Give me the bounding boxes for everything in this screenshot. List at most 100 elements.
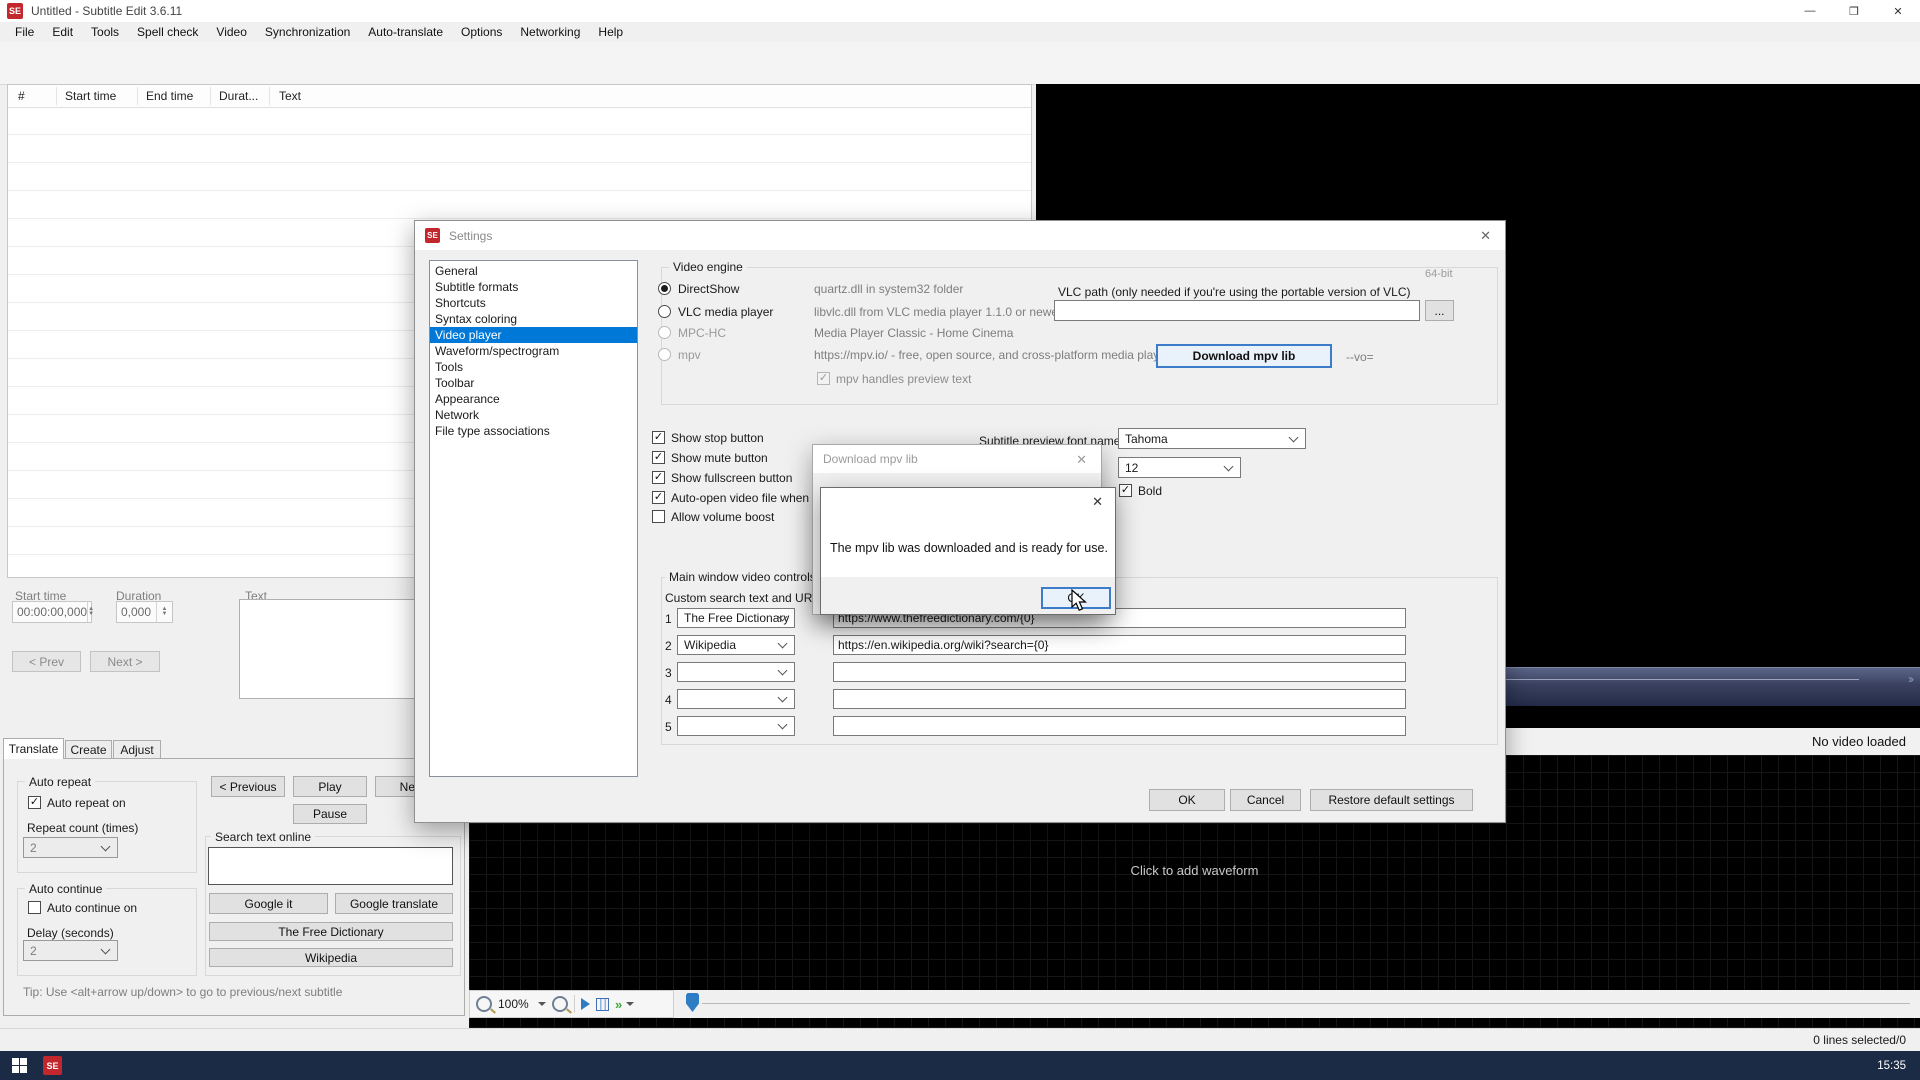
menu-spell-check[interactable]: Spell check (128, 22, 207, 42)
waveform-toolbar: 100% » (469, 990, 674, 1018)
delay-combobox[interactable]: 2 (23, 940, 118, 961)
download-mpv-button[interactable]: Download mpv lib (1156, 344, 1332, 368)
waveform-position-slider[interactable] (674, 990, 1920, 1018)
menu-synchronization[interactable]: Synchronization (256, 22, 359, 42)
search-row-4-engine[interactable] (677, 689, 795, 709)
category-shortcuts[interactable]: Shortcuts (430, 295, 637, 311)
search-row-3-engine[interactable] (677, 662, 795, 682)
settings-cancel-button[interactable]: Cancel (1230, 789, 1301, 811)
show-mute-checkbox[interactable]: Show mute button (652, 451, 768, 465)
column-start-time[interactable]: Start time (65, 89, 116, 103)
menu-help[interactable]: Help (589, 22, 632, 42)
search-row-2-engine[interactable]: Wikipedia (677, 635, 795, 655)
duration-spinner[interactable]: 0,000 ▲▼ (116, 601, 173, 623)
google-translate-button[interactable]: Google translate (335, 893, 453, 914)
mpc-hc-radio[interactable] (658, 326, 671, 339)
category-syntax-coloring[interactable]: Syntax coloring (430, 311, 637, 327)
tab-translate[interactable]: Translate (3, 738, 64, 759)
mpv-preview-checkbox[interactable]: mpv handles preview text (817, 372, 971, 386)
search-row-3-url[interactable] (833, 662, 1406, 682)
settings-close-icon[interactable]: ✕ (1480, 228, 1491, 244)
waveform-zoom-level[interactable]: 100% (498, 997, 532, 1011)
previous-button[interactable]: < Previous (211, 776, 285, 797)
zoom-in-icon[interactable] (552, 996, 568, 1012)
category-tools[interactable]: Tools (430, 359, 637, 375)
fast-forward-icon[interactable]: ›› (1908, 672, 1912, 686)
zoom-dropdown-icon[interactable] (538, 1002, 546, 1010)
vlc-path-browse-button[interactable]: ... (1425, 300, 1454, 321)
menu-edit[interactable]: Edit (43, 22, 82, 42)
category-general[interactable]: General (430, 263, 637, 279)
message-box-close-icon[interactable]: ✕ (1092, 494, 1103, 510)
menu-options[interactable]: Options (452, 22, 511, 42)
search-row-5-engine[interactable] (677, 716, 795, 736)
vlc-path-input[interactable] (1054, 300, 1420, 321)
menu-tools[interactable]: Tools (82, 22, 128, 42)
vlc-radio[interactable] (658, 305, 671, 318)
settings-ok-button[interactable]: OK (1149, 789, 1225, 811)
download-dialog-title: Download mpv lib (823, 452, 918, 466)
restore-defaults-button[interactable]: Restore default settings (1310, 789, 1473, 811)
menu-networking[interactable]: Networking (511, 22, 589, 42)
search-text-input[interactable] (208, 847, 453, 885)
category-waveform-spectrogram[interactable]: Waveform/spectrogram (430, 343, 637, 359)
auto-open-video-checkbox[interactable]: Auto-open video file when op (652, 491, 826, 505)
category-subtitle-formats[interactable]: Subtitle formats (430, 279, 637, 295)
category-video-player[interactable]: Video player (430, 327, 637, 343)
maximize-icon[interactable]: ❐ (1832, 0, 1876, 22)
category-appearance[interactable]: Appearance (430, 391, 637, 407)
wikipedia-button[interactable]: Wikipedia (209, 948, 453, 967)
directshow-radio[interactable] (658, 282, 671, 295)
column-text[interactable]: Text (279, 89, 301, 103)
menu-auto-translate[interactable]: Auto-translate (359, 22, 452, 42)
slider-thumb[interactable] (686, 993, 699, 1012)
main-toolbar: ? </> Format SubRip (.srt) Encoding UTF-… (0, 42, 1920, 85)
google-it-button[interactable]: Google it (209, 893, 328, 914)
category-toolbar[interactable]: Toolbar (430, 375, 637, 391)
waveform-play-icon[interactable] (581, 998, 590, 1010)
start-time-spinner[interactable]: 00:00:00,000 ▲▼ (12, 601, 92, 623)
next-subtitle-button[interactable]: Next > (90, 651, 160, 672)
column-duration[interactable]: Durat... (219, 89, 258, 103)
menu-video[interactable]: Video (207, 22, 255, 42)
volume-boost-checkbox[interactable]: Allow volume boost (652, 510, 774, 524)
pause-button[interactable]: Pause (293, 804, 367, 824)
column-number[interactable]: # (18, 89, 25, 103)
font-size-combobox[interactable]: 12 (1118, 457, 1241, 478)
mpv-radio[interactable] (658, 348, 671, 361)
settings-category-list[interactable]: General Subtitle formats Shortcuts Synta… (429, 260, 638, 777)
show-stop-checkbox[interactable]: Show stop button (652, 431, 764, 445)
column-end-time[interactable]: End time (146, 89, 193, 103)
app-icon: SE (7, 3, 23, 19)
taskbar: SE 15:35 (0, 1051, 1920, 1080)
search-row-2-url[interactable]: https://en.wikipedia.org/wiki?search={0} (833, 635, 1406, 655)
tab-create[interactable]: Create (65, 740, 112, 759)
taskbar-subtitle-edit-icon[interactable]: SE (43, 1056, 62, 1075)
preview-font-combobox[interactable]: Tahoma (1118, 428, 1306, 449)
auto-continue-checkbox[interactable]: Auto continue on (28, 901, 137, 915)
zoom-out-icon[interactable] (476, 996, 492, 1012)
bold-checkbox[interactable]: Bold (1119, 484, 1162, 498)
category-file-type-associations[interactable]: File type associations (430, 423, 637, 439)
play-button[interactable]: Play (293, 776, 367, 797)
vertical-zoom-icon[interactable] (596, 998, 609, 1011)
settings-dialog-title: Settings (449, 229, 492, 243)
windows-start-icon[interactable] (12, 1058, 27, 1073)
tab-adjust[interactable]: Adjust (113, 740, 161, 759)
playback-speed-icon[interactable]: » (615, 997, 620, 1012)
show-fullscreen-checkbox[interactable]: Show fullscreen button (652, 471, 792, 485)
close-icon[interactable]: ✕ (1876, 0, 1920, 22)
search-row-1-engine[interactable]: The Free Dictionary (677, 608, 795, 628)
auto-repeat-group-label: Auto repeat (25, 775, 95, 789)
free-dictionary-button[interactable]: The Free Dictionary (209, 922, 453, 941)
speed-dropdown-icon[interactable] (626, 1002, 634, 1010)
prev-subtitle-button[interactable]: < Prev (12, 651, 81, 672)
repeat-count-combobox[interactable]: 2 (23, 837, 118, 858)
minimize-icon[interactable]: — (1788, 0, 1832, 22)
download-dialog-close-icon[interactable]: ✕ (1076, 452, 1087, 468)
category-network[interactable]: Network (430, 407, 637, 423)
menu-file[interactable]: File (6, 22, 43, 42)
search-row-4-url[interactable] (833, 689, 1406, 709)
search-row-5-url[interactable] (833, 716, 1406, 736)
auto-repeat-checkbox[interactable]: Auto repeat on (28, 796, 126, 810)
